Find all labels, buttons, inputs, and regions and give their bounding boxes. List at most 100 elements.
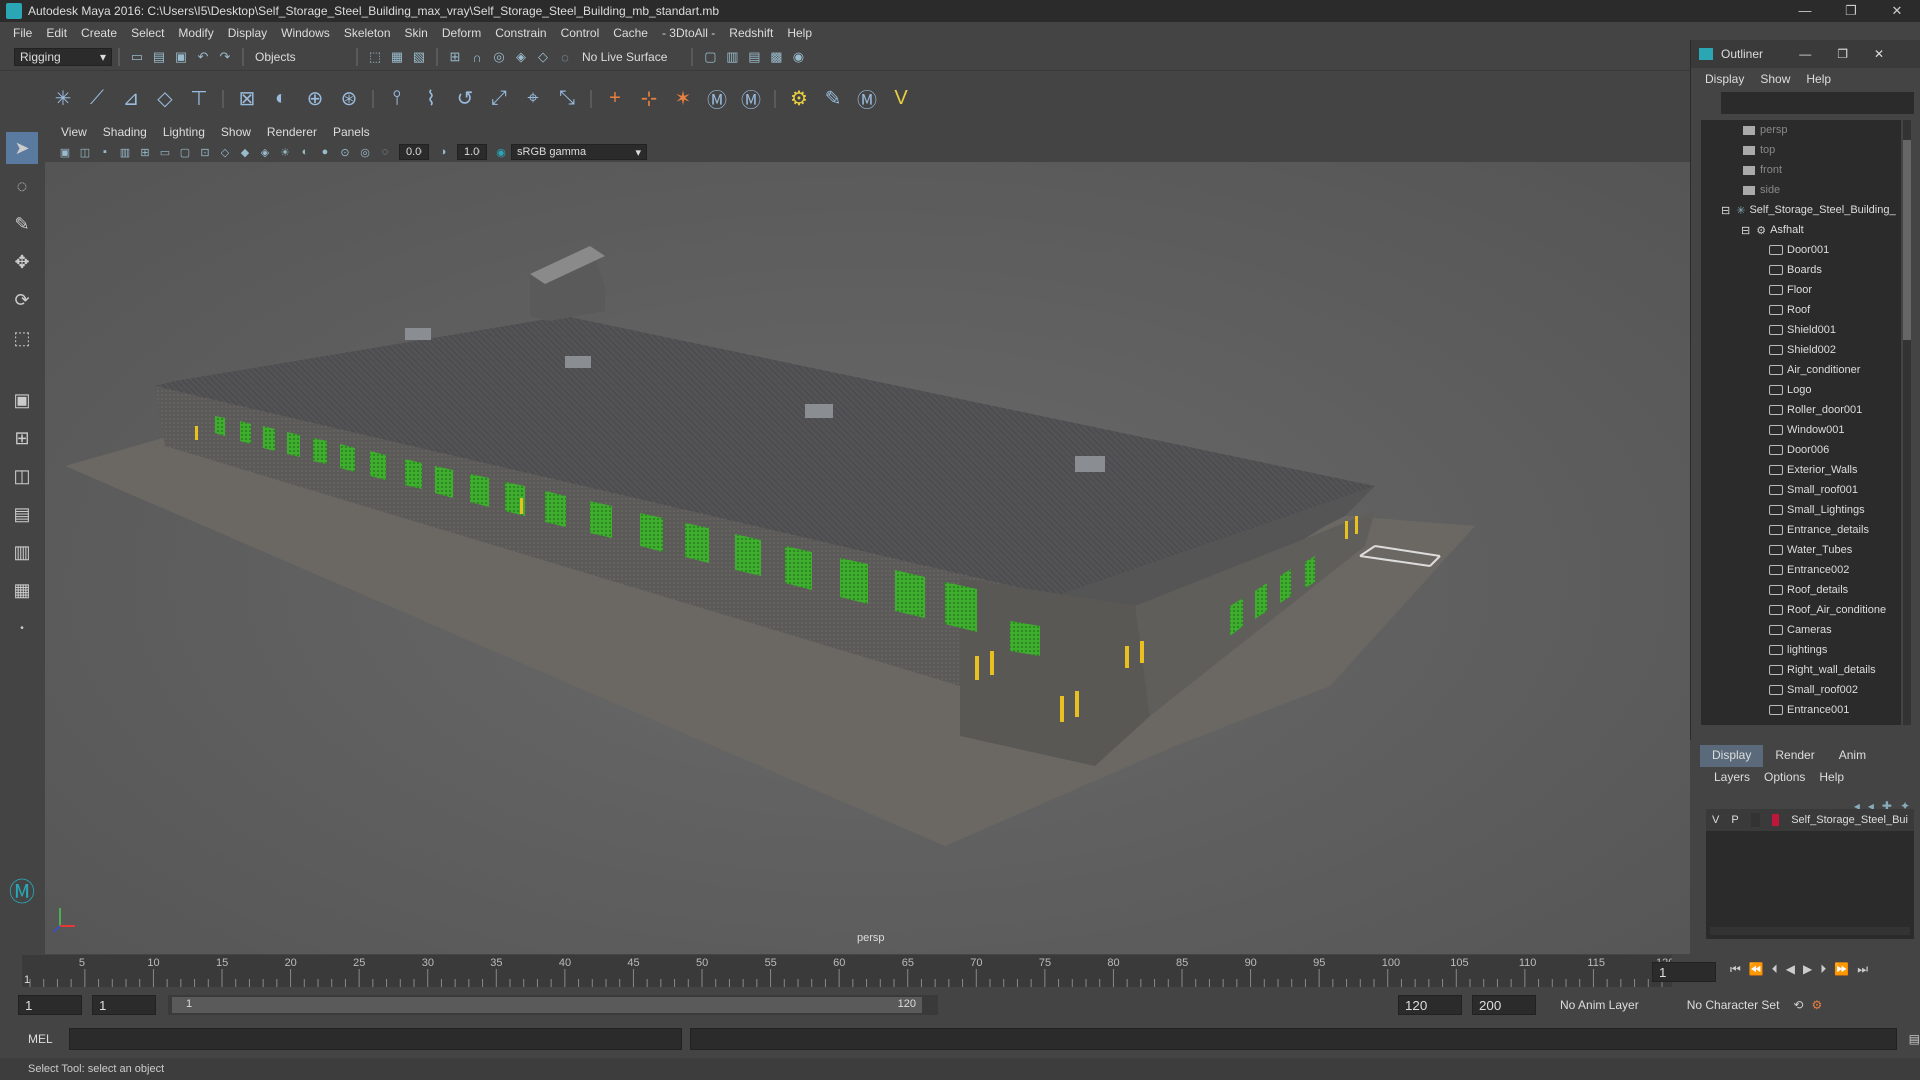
list-item[interactable]: Small_roof002 <box>1701 680 1901 700</box>
command-language[interactable]: MEL <box>28 1032 53 1046</box>
menu-cache[interactable]: Cache <box>613 26 648 40</box>
menu-windows[interactable]: Windows <box>281 26 330 40</box>
list-item[interactable]: ⊟ ✳ Self_Storage_Steel_Building_ <box>1701 200 1901 220</box>
layer-list[interactable]: V P Self_Storage_Steel_Bui <box>1706 809 1914 939</box>
layout-two-icon[interactable]: ◫ <box>6 460 38 492</box>
lattice-icon[interactable]: ⊕ <box>300 84 330 114</box>
scale-constraint-icon[interactable]: ⤢ <box>484 84 514 114</box>
move-tool-icon[interactable]: ✥ <box>6 246 38 278</box>
step-back-key-icon[interactable]: ⏪ <box>1749 962 1764 977</box>
aim-constraint-icon[interactable]: ⌖ <box>518 84 548 114</box>
menu-control[interactable]: Control <box>561 26 600 40</box>
list-item[interactable]: ⊟ ⚙ Asfhalt <box>1701 220 1901 240</box>
snap-live-icon[interactable]: ◌ <box>556 48 574 66</box>
list-item[interactable]: Water_Tubes <box>1701 540 1901 560</box>
resolution-gate-icon[interactable]: ▢ <box>177 144 193 160</box>
layer-scrollbar[interactable] <box>1710 927 1910 935</box>
mash-icon-1[interactable]: Ⓜ <box>702 84 732 114</box>
ipr-render-icon[interactable]: ▤ <box>745 48 763 66</box>
list-item[interactable]: Entrance_details <box>1701 520 1901 540</box>
close-icon[interactable]: ✕ <box>1874 3 1920 19</box>
textured-icon[interactable]: ◈ <box>257 144 273 160</box>
ik-spline-icon[interactable]: ⊿ <box>116 84 146 114</box>
select-hierarchy-icon[interactable]: ⬚ <box>366 48 384 66</box>
range-bar[interactable]: 1 120 <box>168 995 938 1015</box>
layout-graph-icon[interactable]: ▥ <box>6 536 38 568</box>
paint-weights-icon[interactable]: ◐ <box>266 84 296 114</box>
layer-type-toggle[interactable] <box>1750 813 1760 827</box>
list-item[interactable]: Exterior_Walls <box>1701 460 1901 480</box>
joint-locator-icon[interactable]: ⊹ <box>634 84 664 114</box>
mirror-joint-icon[interactable]: ◇ <box>150 84 180 114</box>
ik-handle-icon[interactable]: ⟋ <box>82 84 112 114</box>
list-item[interactable]: Cameras <box>1701 620 1901 640</box>
camera-select-icon[interactable]: ▣ <box>57 144 73 160</box>
current-time-field[interactable] <box>1652 962 1716 982</box>
list-item[interactable]: Door006 <box>1701 440 1901 460</box>
list-item[interactable]: Logo <box>1701 380 1901 400</box>
play-forward-icon[interactable]: ▶ <box>1803 962 1812 977</box>
script-editor-icon[interactable]: ▤ <box>1909 1032 1920 1046</box>
image-plane-icon[interactable]: ▥ <box>117 144 133 160</box>
outliner-scrollbar[interactable] <box>1903 120 1911 725</box>
snap-grid-icon[interactable]: ⊞ <box>446 48 464 66</box>
render-settings-icon[interactable]: ▩ <box>767 48 785 66</box>
menu-create[interactable]: Create <box>81 26 117 40</box>
list-item[interactable]: Shield001 <box>1701 320 1901 340</box>
point-constraint-icon[interactable]: ⌇ <box>416 84 446 114</box>
safe-action-icon[interactable]: ⊡ <box>197 144 213 160</box>
menu-display[interactable]: Display <box>228 26 267 40</box>
gamma-icon[interactable]: ◌ <box>377 144 393 160</box>
select-tool-icon[interactable]: ➤ <box>6 132 38 164</box>
list-item[interactable]: top <box>1701 140 1901 160</box>
range-handle[interactable] <box>172 997 922 1013</box>
anim-layer-dropdown[interactable]: No Anim Layer <box>1560 998 1639 1012</box>
list-item[interactable]: Roller_door001 <box>1701 400 1901 420</box>
list-item[interactable]: Entrance001 <box>1701 700 1901 720</box>
layout-single-icon[interactable]: ▣ <box>6 384 38 416</box>
joint-tool-icon[interactable]: ✳ <box>48 84 78 114</box>
layer-visibility-toggle[interactable]: V <box>1712 814 1719 826</box>
undo-icon[interactable]: ↶ <box>194 48 212 66</box>
playback-start-field[interactable] <box>92 995 156 1015</box>
new-scene-icon[interactable]: ▭ <box>128 48 146 66</box>
auto-key-icon[interactable]: ⟲ <box>1793 998 1803 1012</box>
isolate-icon[interactable]: ⊙ <box>337 144 353 160</box>
bookmark-icon[interactable]: ▪ <box>97 144 113 160</box>
hik-icon[interactable]: ✶ <box>668 84 698 114</box>
lights-icon[interactable]: ☀ <box>277 144 293 160</box>
ao-icon[interactable]: ● <box>317 144 333 160</box>
hypershade-icon[interactable]: ◉ <box>789 48 807 66</box>
mash-icon-2[interactable]: Ⓜ <box>736 84 766 114</box>
step-back-icon[interactable]: ⏴ <box>1772 962 1778 977</box>
layer-playback-toggle[interactable]: P <box>1731 814 1738 826</box>
pole-vector-icon[interactable]: ⤡ <box>552 84 582 114</box>
layer-color-swatch[interactable] <box>1771 814 1780 826</box>
go-to-end-icon[interactable]: ⏭ <box>1857 962 1868 977</box>
save-scene-icon[interactable]: ▣ <box>172 48 190 66</box>
list-item[interactable]: Air_conditioner <box>1701 360 1901 380</box>
playback-end-field[interactable] <box>1398 995 1462 1015</box>
panel-menu-show[interactable]: Show <box>221 125 251 139</box>
redo-icon[interactable]: ↷ <box>216 48 234 66</box>
ik-fk-icon[interactable]: V <box>886 84 916 114</box>
outliner-search[interactable] <box>1721 92 1914 114</box>
menu-help[interactable]: Help <box>787 26 812 40</box>
paint-select-icon[interactable]: ✎ <box>6 208 38 240</box>
orient-joint-icon[interactable]: ⊤ <box>184 84 214 114</box>
render-current-icon[interactable]: ▥ <box>723 48 741 66</box>
outliner-menu-help[interactable]: Help <box>1806 72 1831 86</box>
tab-anim[interactable]: Anim <box>1827 745 1878 767</box>
open-scene-icon[interactable]: ▤ <box>150 48 168 66</box>
list-item[interactable]: persp <box>1701 120 1901 140</box>
command-input[interactable] <box>68 1028 682 1050</box>
snap-point-icon[interactable]: ◎ <box>490 48 508 66</box>
end-time-field[interactable] <box>1472 995 1536 1015</box>
bind-skin-icon[interactable]: ⊠ <box>232 84 262 114</box>
layer-menu-layers[interactable]: Layers <box>1714 770 1750 784</box>
menu-skeleton[interactable]: Skeleton <box>344 26 391 40</box>
layout-toggle-icon[interactable]: • <box>6 612 38 644</box>
outliner-list[interactable]: persp top front side ⊟ ✳ Self_Storage_Stee… <box>1701 120 1901 725</box>
gamma-toggle-icon[interactable]: ◑ <box>435 144 451 160</box>
panel-menu-view[interactable]: View <box>61 125 87 139</box>
